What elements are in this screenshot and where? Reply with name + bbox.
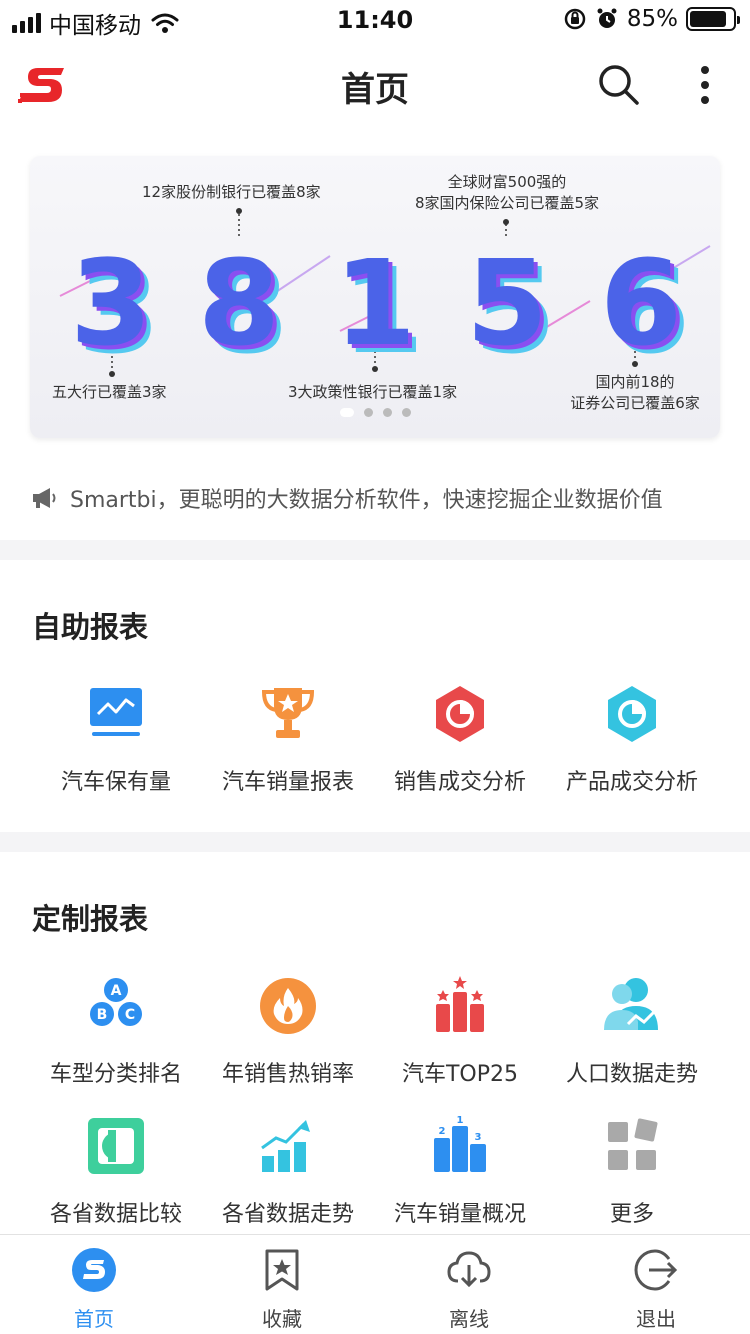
- svg-text:1: 1: [457, 1115, 464, 1126]
- tab-offline[interactable]: 离线: [375, 1247, 563, 1332]
- tab-bar: 首页 收藏 离线 退出: [0, 1234, 750, 1334]
- bookmark-icon: [265, 1249, 299, 1291]
- banner-annotation-line: 全球财富500强的: [447, 173, 567, 191]
- carousel-dots: [30, 402, 720, 421]
- notice-bar[interactable]: Smartbi，更聪明的大数据分析软件，快速挖掘企业数据价值: [30, 478, 730, 518]
- report-item[interactable]: 更多: [546, 1114, 718, 1228]
- tab-home[interactable]: 首页: [0, 1247, 188, 1332]
- section-title-self-service: 自助报表: [32, 610, 149, 644]
- more-vertical-icon[interactable]: [690, 62, 720, 108]
- logout-icon: [634, 1249, 678, 1291]
- search-icon[interactable]: [596, 62, 642, 108]
- report-label: 汽车保有量: [60, 770, 171, 795]
- svg-text:B: B: [97, 1007, 108, 1023]
- alarm-icon: [597, 8, 617, 28]
- section-divider: [0, 540, 750, 560]
- report-label: 人口数据走势: [565, 1062, 698, 1087]
- report-item[interactable]: 汽车保有量: [30, 682, 202, 796]
- battery-fill: [690, 11, 726, 27]
- report-label: 产品成交分析: [565, 770, 698, 795]
- rotation-lock-icon: [564, 8, 586, 30]
- svg-text:C: C: [125, 1007, 135, 1023]
- report-label: 各省数据比较: [49, 1202, 182, 1227]
- banner-digit: 1: [334, 234, 417, 372]
- report-label: 汽车销量概况: [393, 1202, 526, 1227]
- banner-annotation-line: 国内前18的: [595, 373, 675, 391]
- tab-label: 收藏: [262, 1307, 302, 1331]
- section-divider: [0, 832, 750, 852]
- carousel-dot[interactable]: [382, 408, 392, 417]
- nav-bar: 首页: [0, 44, 750, 128]
- tab-label: 首页: [74, 1307, 114, 1331]
- carousel-dot[interactable]: [363, 408, 373, 417]
- report-item[interactable]: 年销售热销率: [202, 974, 374, 1088]
- pie-hexagon-red-icon: [436, 686, 484, 742]
- banner-digit: 6: [600, 234, 683, 372]
- banner-annotation: 3大政策性银行已覆盖1家: [288, 383, 458, 401]
- monitor-chart-icon: [90, 688, 142, 736]
- status-right: 85%: [563, 6, 740, 32]
- report-item[interactable]: 销售成交分析: [374, 682, 546, 796]
- banner-annotation: 五大行已覆盖3家: [52, 383, 167, 401]
- report-item[interactable]: 2 1 3 汽车销量概况: [374, 1114, 546, 1228]
- report-item[interactable]: A B C 车型分类排名: [30, 974, 202, 1088]
- bar-stars-icon: [436, 976, 484, 1032]
- people-trend-icon: [604, 978, 658, 1030]
- report-label: 年销售热销率: [221, 1062, 354, 1087]
- report-item[interactable]: 各省数据走势: [202, 1114, 374, 1228]
- banner-annotation: 12家股份制银行已覆盖8家: [142, 183, 321, 201]
- svg-text:2: 2: [439, 1126, 446, 1137]
- abc-circles-icon: A B C: [90, 978, 142, 1026]
- banner-digit: 3: [70, 234, 153, 372]
- cloud-download-icon: [447, 1251, 491, 1288]
- section-title-custom: 定制报表: [32, 902, 149, 936]
- flame-icon: [260, 978, 316, 1034]
- carousel-dot-active[interactable]: [339, 408, 354, 417]
- megaphone-icon: [33, 488, 56, 508]
- report-label: 汽车销量报表: [221, 770, 354, 795]
- carousel-dot[interactable]: [401, 408, 411, 417]
- report-label: 各省数据走势: [221, 1202, 354, 1227]
- report-item[interactable]: 人口数据走势: [546, 974, 718, 1088]
- tab-favorites[interactable]: 收藏: [188, 1247, 376, 1332]
- pie-hexagon-cyan-icon: [608, 686, 656, 742]
- more-grid-icon: [608, 1118, 658, 1170]
- report-label: 车型分类排名: [49, 1062, 182, 1087]
- banner-annotation-line: 8家国内保险公司已覆盖5家: [414, 194, 600, 212]
- report-item[interactable]: 汽车销量报表: [202, 682, 374, 796]
- trophy-icon: [261, 688, 315, 738]
- compare-icon: [88, 1118, 144, 1174]
- tab-label: 退出: [636, 1307, 676, 1331]
- report-item[interactable]: 汽车TOP25: [374, 974, 546, 1088]
- tab-label: 离线: [449, 1307, 489, 1331]
- home-logo-icon: [72, 1248, 116, 1292]
- status-bar: 中国移动 11:40 85%: [0, 0, 750, 40]
- report-label: 汽车TOP25: [401, 1062, 519, 1087]
- svg-text:A: A: [111, 983, 122, 999]
- banner-digit: 8: [198, 234, 281, 372]
- report-item[interactable]: 产品成交分析: [546, 682, 718, 796]
- notice-text: Smartbi，更聪明的大数据分析软件，快速挖掘企业数据价值: [70, 488, 663, 513]
- svg-text:3: 3: [475, 1132, 482, 1143]
- trend-bars-icon: [261, 1120, 310, 1172]
- report-label: 更多: [609, 1202, 654, 1227]
- banner-carousel[interactable]: 3 8 1 5 6 五大行已覆盖3家 12家股份制银行已覆盖8家 3大政策性银行…: [30, 156, 720, 438]
- report-label: 销售成交分析: [393, 770, 526, 795]
- banner-annotation: 全球财富500强的 8家国内保险公司已覆盖5家: [402, 172, 612, 214]
- battery-icon: [686, 7, 740, 31]
- podium-icon: 2 1 3: [434, 1115, 486, 1172]
- battery-percent: 85%: [626, 6, 678, 32]
- report-item[interactable]: 各省数据比较: [30, 1114, 202, 1228]
- tab-logout[interactable]: 退出: [562, 1247, 750, 1332]
- banner-digit: 5: [466, 234, 549, 372]
